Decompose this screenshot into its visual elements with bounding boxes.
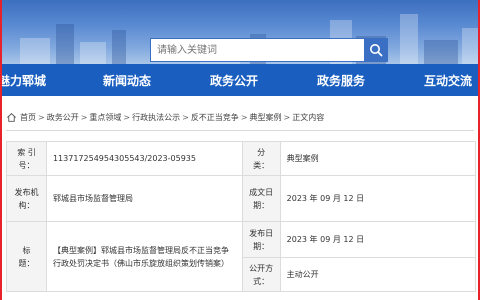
breadcrumb-enforcement[interactable]: 行政执法公示 [132,112,180,123]
table-row: 发布机构： 郓城县市场监督管理局 成文日期： 2023 年 09 月 12 日 [6,175,477,222]
category-value: 典型案例 [279,141,477,176]
breadcrumb-separator: > [38,112,45,122]
table-row: 索 引 号： 113717254954305543/2023-05935 分 类… [6,141,477,176]
title-value: 【典型案例】郓城县市场监督管理局反不正当竞争行政处罚决定书（佛山市乐旋放组织策划… [45,221,243,292]
breadcrumb-separator: > [182,112,189,122]
created-date-value: 2023 年 09 月 12 日 [279,175,477,222]
home-icon [7,112,16,122]
breadcrumb-current: 正文内容 [292,112,325,122]
nav-item-government-affairs[interactable]: 政务公开 [210,72,258,89]
breadcrumb-separator: > [123,112,131,122]
breadcrumb-key-areas[interactable]: 重点领域 [89,112,121,123]
publisher-value: 郓城县市场监督管理局 [45,175,243,222]
nav-item-interaction[interactable]: 互动交流 [424,72,472,89]
search-input[interactable] [150,38,364,62]
nav-item-news[interactable]: 新闻动态 [103,72,151,89]
category-label: 分 类： [241,141,281,176]
nav-item-government-services[interactable]: 政务服务 [317,72,365,89]
nav-item-charm-yuncheng[interactable]: 魅力郓城 [0,72,46,89]
published-date-value: 2023 年 09 月 12 日 [279,221,477,258]
index-value: 113717254954305543/2023-05935 [45,141,243,176]
publisher-label: 发布机构： [6,175,47,222]
main-nav: 魅力郓城 新闻动态 政务公开 政务服务 互动交流 [0,64,480,96]
index-label: 索 引 号： [6,141,47,176]
created-date-label: 成文日期： [241,175,281,222]
breadcrumb: 首页 > 政务公开 > 重点领域 > 行政执法公示 > 反不正当竞争 > 典型案… [6,111,324,123]
breadcrumb-separator: > [240,112,248,122]
breadcrumb-typical-cases[interactable]: 典型案例 [250,112,282,123]
title-label: 标 题： [6,221,47,292]
divider [6,130,474,131]
breadcrumb-home[interactable]: 首页 [20,112,36,123]
search-bar [150,38,388,62]
breadcrumb-anti-unfair-competition[interactable]: 反不正当竞争 [191,112,239,123]
disclosure-value: 主动公开 [279,257,477,292]
table-row: 标 题： 【典型案例】郓城县市场监督管理局反不正当竞争行政处罚决定书（佛山市乐旋… [6,221,477,292]
published-date-label: 发布日期： [241,221,281,258]
breadcrumb-separator: > [80,112,88,122]
disclosure-label: 公开方式： [241,257,281,292]
breadcrumb-government-affairs[interactable]: 政务公开 [47,112,79,123]
info-table: 索 引 号： 113717254954305543/2023-05935 分 类… [6,141,477,292]
search-icon [370,44,383,57]
search-button[interactable] [364,38,388,62]
breadcrumb-separator: > [283,112,291,122]
